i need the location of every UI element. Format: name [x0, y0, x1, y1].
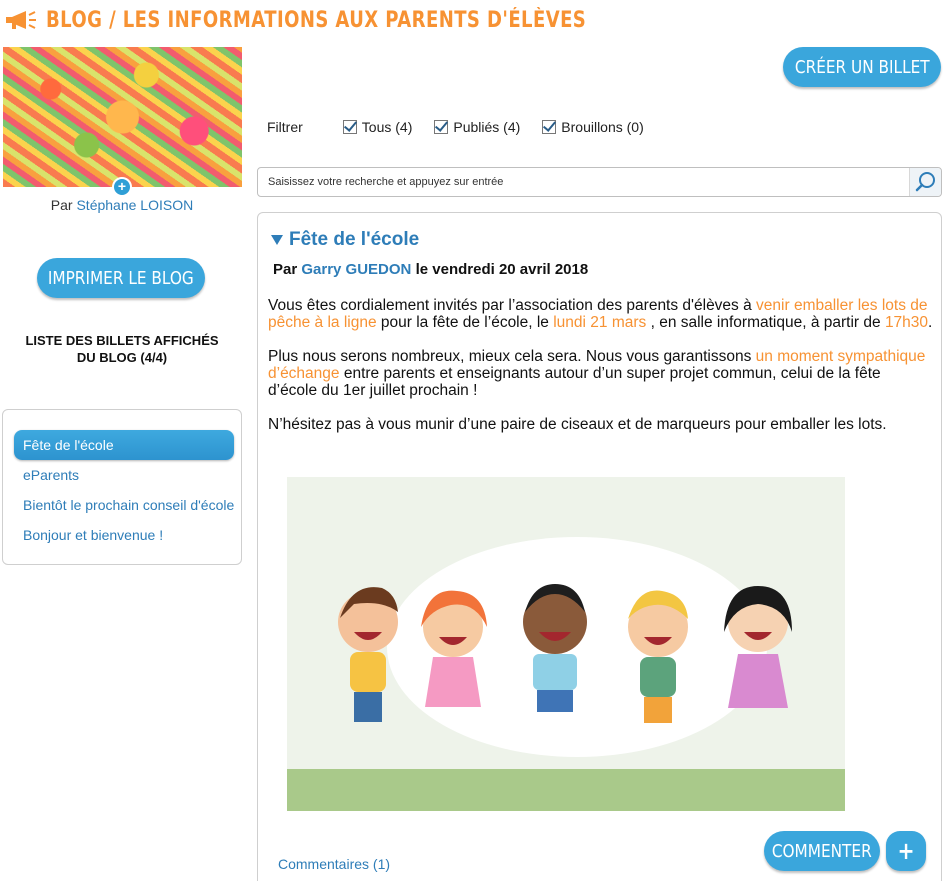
- post-list-item-conseil[interactable]: Bientôt le prochain conseil d'école: [14, 490, 234, 520]
- blog-cover-image: [3, 47, 242, 187]
- plus-icon: +: [897, 837, 915, 865]
- post-card: Fête de l'école Par Garry GUEDON le vend…: [257, 212, 942, 881]
- filter-all-checkbox[interactable]: [342, 120, 357, 134]
- post-meta: Par Garry GUEDON le vendredi 20 avril 20…: [273, 261, 589, 278]
- page-title: BLOG / LES INFORMATIONS AUX PARENTS D'ÉL…: [46, 7, 587, 33]
- post-paragraph-2: Plus nous serons nombreux, mieux cela se…: [268, 348, 926, 399]
- post-list-title: LISTE DES BILLETS AFFICHÉS DU BLOG (4/4): [25, 333, 219, 365]
- filter-published-checkbox[interactable]: [434, 120, 449, 134]
- post-list: Fête de l'école eParents Bientôt le proc…: [2, 409, 242, 565]
- search-box: [257, 167, 942, 197]
- post-list-item-bienvenue[interactable]: Bonjour et bienvenue !: [14, 520, 234, 550]
- collapse-triangle-icon[interactable]: [271, 235, 283, 245]
- search-icon: [915, 172, 935, 192]
- filter-drafts-checkbox[interactable]: [542, 120, 557, 134]
- author-link[interactable]: Stéphane LOISON: [76, 197, 193, 213]
- filter-published[interactable]: Publiés (4): [434, 119, 520, 135]
- megaphone-icon: [6, 11, 36, 29]
- post-paragraph-1: Vous êtes cordialement invités par l’ass…: [268, 297, 933, 331]
- create-post-button[interactable]: CRÉER UN BILLET: [783, 47, 941, 87]
- post-list-item-eparents[interactable]: eParents: [14, 460, 234, 490]
- search-input[interactable]: [268, 168, 908, 196]
- add-button[interactable]: +: [886, 831, 926, 871]
- filter-bar: Filtrer Tous (4) Publiés (4) Brouillons …: [267, 119, 666, 135]
- add-cover-button[interactable]: +: [112, 177, 132, 197]
- author-prefix: Par: [50, 197, 73, 213]
- post-author-link[interactable]: Garry GUEDON: [301, 261, 411, 278]
- children-illustration: [287, 477, 845, 811]
- search-button[interactable]: [909, 168, 941, 196]
- post-paragraph-3: N’hésitez pas à vous munir d’une paire d…: [268, 416, 887, 433]
- filter-drafts[interactable]: Brouillons (0): [542, 119, 644, 135]
- post-title[interactable]: Fête de l'école: [271, 229, 419, 251]
- post-body: Vous êtes cordialement invités par l’ass…: [268, 297, 933, 450]
- post-list-item-fete[interactable]: Fête de l'école: [14, 430, 234, 460]
- print-blog-button[interactable]: IMPRIMER LE BLOG: [37, 258, 205, 298]
- filter-all[interactable]: Tous (4): [342, 119, 412, 135]
- filter-label: Filtrer: [267, 119, 303, 135]
- comment-button[interactable]: COMMENTER: [764, 831, 880, 871]
- blog-author: Par Stéphane LOISON: [0, 197, 244, 213]
- page-header: BLOG / LES INFORMATIONS AUX PARENTS D'ÉL…: [4, 4, 705, 36]
- comments-link[interactable]: Commentaires (1): [278, 856, 390, 872]
